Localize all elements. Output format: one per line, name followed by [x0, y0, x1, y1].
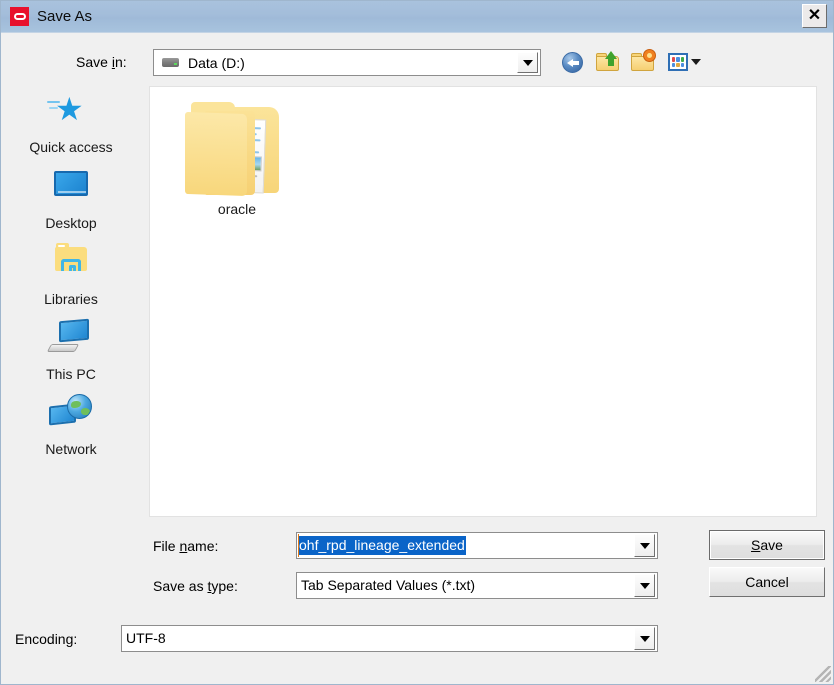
- file-name-dropdown-button[interactable]: [634, 534, 655, 557]
- text-caret: [298, 534, 299, 557]
- sidebar-item-network[interactable]: Network: [1, 393, 141, 458]
- create-new-folder-button[interactable]: [630, 49, 657, 76]
- cancel-button[interactable]: Cancel: [709, 567, 825, 597]
- encoding-combobox[interactable]: UTF-8: [121, 625, 658, 652]
- chevron-down-icon[interactable]: [517, 52, 538, 73]
- save-in-value: Data (D:): [188, 55, 245, 71]
- hard-drive-icon: [162, 58, 179, 67]
- libraries-folder-icon: [45, 243, 97, 289]
- back-button[interactable]: [559, 49, 586, 76]
- back-arrow-icon: [562, 52, 583, 73]
- this-pc-icon: [45, 318, 97, 364]
- sidebar-item-label: Quick access: [29, 139, 113, 155]
- sidebar-item-this-pc[interactable]: This PC: [1, 318, 141, 383]
- save-as-dialog: Save As ✕ Save in: Data (D:) ★ Quick acc…: [0, 0, 834, 685]
- save-as-type-label-text: Save as type:: [153, 578, 238, 594]
- oracle-logo-icon: [10, 7, 29, 26]
- desktop-monitor-icon: [45, 167, 97, 213]
- save-as-type-combobox[interactable]: Tab Separated Values (*.txt): [296, 572, 658, 599]
- file-name-input[interactable]: ohf_rpd_lineage_extended: [296, 532, 658, 559]
- window-title: Save As: [37, 8, 93, 25]
- sidebar-item-label: Desktop: [45, 215, 97, 231]
- quick-access-star-icon: ★: [45, 91, 97, 137]
- close-icon[interactable]: ✕: [802, 4, 827, 28]
- save-in-combobox[interactable]: Data (D:): [153, 49, 541, 76]
- title-bar: Save As ✕: [1, 1, 833, 33]
- save-as-type-value: Tab Separated Values (*.txt): [301, 577, 476, 593]
- sidebar-item-libraries[interactable]: Libraries: [1, 243, 141, 308]
- places-bar: ★ Quick access Desktop Libraries This PC: [1, 83, 141, 518]
- views-button[interactable]: [667, 49, 701, 76]
- encoding-dropdown-button[interactable]: [634, 627, 655, 650]
- encoding-value: UTF-8: [126, 630, 166, 646]
- save-in-label: Save in:: [76, 54, 127, 70]
- file-name-label-text: File name:: [153, 538, 219, 554]
- views-grid-icon: [668, 53, 688, 71]
- resize-grip[interactable]: [815, 666, 831, 682]
- sidebar-item-label: This PC: [46, 366, 96, 382]
- file-list-panel[interactable]: oracle: [149, 86, 817, 517]
- file-name-label: oracle: [217, 201, 257, 217]
- up-one-level-button[interactable]: [595, 49, 622, 76]
- save-as-type-dropdown-button[interactable]: [634, 574, 655, 597]
- sidebar-item-quick-access[interactable]: ★ Quick access: [1, 91, 141, 156]
- sidebar-item-label: Network: [45, 441, 97, 457]
- file-name-value[interactable]: ohf_rpd_lineage_extended: [298, 536, 466, 555]
- sidebar-item-label: Libraries: [44, 291, 98, 307]
- sidebar-item-desktop[interactable]: Desktop: [1, 167, 141, 232]
- list-item[interactable]: oracle: [178, 99, 296, 218]
- chevron-down-icon[interactable]: [691, 59, 701, 65]
- save-button[interactable]: Save: [709, 530, 825, 560]
- open-folder-icon: [183, 99, 291, 197]
- network-globe-icon: [45, 393, 97, 439]
- encoding-label-text: Encoding:: [15, 631, 78, 647]
